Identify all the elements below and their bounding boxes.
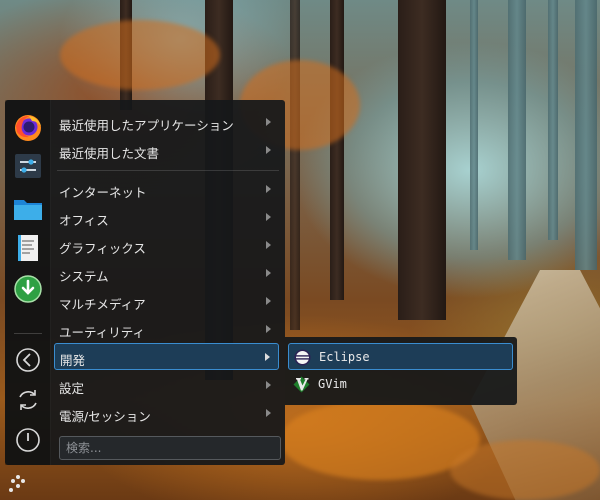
menu-item-label: 最近使用したアプリケーション bbox=[59, 118, 234, 133]
restart-icon[interactable] bbox=[15, 387, 41, 413]
submenu-item-eclipse[interactable]: Eclipse bbox=[288, 343, 513, 370]
submenu-item-label: GVim bbox=[318, 377, 347, 391]
menu-item-recent-documents[interactable]: 最近使用した文書 bbox=[54, 137, 279, 164]
menu-item-label: 開発 bbox=[60, 353, 86, 368]
menu-item-settings[interactable]: 設定 bbox=[54, 372, 279, 399]
submenu-item-gvim[interactable]: GVim bbox=[288, 371, 513, 398]
chevron-right-icon bbox=[266, 185, 271, 193]
gvim-icon bbox=[293, 376, 310, 393]
menu-item-graphics[interactable]: グラフィックス bbox=[54, 232, 279, 259]
chevron-right-icon bbox=[266, 213, 271, 221]
development-submenu: Eclipse GVim bbox=[285, 337, 517, 405]
text-editor-icon[interactable] bbox=[13, 233, 43, 263]
menu-item-label: インターネット bbox=[59, 185, 147, 200]
menu-item-utilities[interactable]: ユーティリティ bbox=[54, 316, 279, 343]
menu-item-label: グラフィックス bbox=[59, 241, 146, 256]
application-launcher: 最近使用したアプリケーション 最近使用した文書 インターネット オフィス グラフ… bbox=[5, 100, 285, 465]
search-input[interactable] bbox=[59, 436, 281, 460]
menu-item-office[interactable]: オフィス bbox=[54, 204, 279, 231]
application-launcher-button[interactable] bbox=[4, 471, 28, 495]
menu-item-label: ユーティリティ bbox=[59, 325, 146, 340]
chevron-right-icon bbox=[266, 297, 271, 305]
chevron-right-icon bbox=[266, 269, 271, 277]
menu-item-label: 電源/セッション bbox=[59, 409, 151, 424]
submenu-item-label: Eclipse bbox=[319, 350, 370, 364]
firefox-icon[interactable] bbox=[13, 113, 43, 143]
menu-item-label: オフィス bbox=[59, 213, 109, 228]
favorites-separator bbox=[14, 333, 42, 334]
menu-item-label: システム bbox=[59, 269, 109, 284]
chevron-right-icon bbox=[265, 353, 270, 361]
chevron-right-icon bbox=[266, 146, 271, 154]
chevron-right-icon bbox=[266, 381, 271, 389]
menu-separator bbox=[57, 170, 279, 171]
software-update-icon[interactable] bbox=[13, 274, 43, 304]
menu-item-label: マルチメディア bbox=[59, 297, 146, 312]
menu-item-recent-applications[interactable]: 最近使用したアプリケーション bbox=[54, 109, 279, 136]
chevron-right-icon bbox=[266, 325, 271, 333]
favorites-column bbox=[5, 100, 51, 465]
menu-item-multimedia[interactable]: マルチメディア bbox=[54, 288, 279, 315]
system-settings-icon[interactable] bbox=[13, 151, 43, 181]
menu-item-label: 最近使用した文書 bbox=[59, 146, 160, 161]
logout-icon[interactable] bbox=[15, 347, 41, 373]
chevron-right-icon bbox=[266, 241, 271, 249]
menu-item-development[interactable]: 開発 bbox=[54, 343, 279, 370]
menu-item-power-session[interactable]: 電源/セッション bbox=[54, 400, 279, 427]
file-manager-icon[interactable] bbox=[13, 194, 43, 224]
chevron-right-icon bbox=[266, 409, 271, 417]
chevron-right-icon bbox=[266, 118, 271, 126]
menu-item-internet[interactable]: インターネット bbox=[54, 176, 279, 203]
shutdown-icon[interactable] bbox=[15, 427, 41, 453]
menu-item-system[interactable]: システム bbox=[54, 260, 279, 287]
menu-item-label: 設定 bbox=[59, 381, 85, 396]
eclipse-icon bbox=[294, 349, 311, 366]
